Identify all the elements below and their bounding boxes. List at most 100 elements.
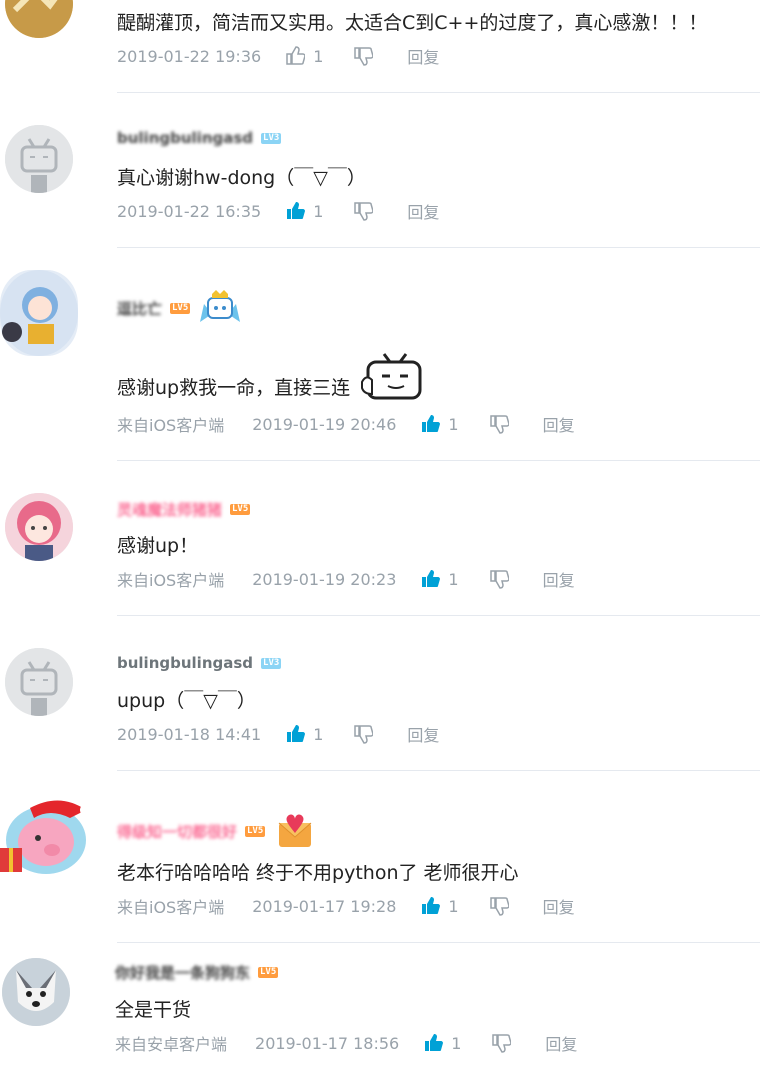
like-count: 1 xyxy=(448,414,459,434)
avatar[interactable] xyxy=(5,493,73,561)
comment-text: 感谢up救我一命，直接三连 xyxy=(117,373,350,400)
divider xyxy=(117,247,760,248)
dislike-button[interactable] xyxy=(491,1033,512,1053)
username[interactable]: 逗比亡 LV5 xyxy=(117,286,242,330)
comment-info: 2019-01-18 14:41 1 回复 xyxy=(117,722,439,746)
username[interactable]: 你好我是一条狗狗东 LV5 xyxy=(115,962,279,983)
thumbs-up-icon xyxy=(286,46,306,65)
divider xyxy=(117,942,760,943)
dislike-button[interactable] xyxy=(353,724,374,744)
thumbs-down-icon xyxy=(354,47,374,66)
username-text: 得级知一切都很好 xyxy=(117,822,238,841)
username-text: 你好我是一条狗狗东 xyxy=(115,964,251,982)
avatar[interactable] xyxy=(2,958,70,1026)
avatar[interactable] xyxy=(0,270,78,356)
comment-info: 来自安卓客户端 2019-01-17 18:56 1 回复 xyxy=(115,1031,577,1055)
reply-link[interactable]: 回复 xyxy=(543,567,575,591)
username[interactable]: bulingbulingasd LV3 xyxy=(117,129,282,147)
username-text: bulingbulingasd xyxy=(117,654,254,672)
comment-text: 醍醐灌顶，简洁而又实用。太适合C到C++的过度了，真心感激！！！ xyxy=(117,12,708,34)
like-button[interactable]: 1 xyxy=(285,724,323,744)
username[interactable]: 得级知一切都很好 LV5 xyxy=(117,809,317,853)
avatar[interactable] xyxy=(0,790,92,878)
comment-text: upup（￣▽￣） xyxy=(117,690,256,712)
comment-info: 2019-01-22 19:36 1 回复 xyxy=(117,44,439,68)
like-button[interactable]: 1 xyxy=(420,896,459,916)
comment-info: 来自iOS客户端 2019-01-19 20:23 1 回复 xyxy=(117,567,575,591)
comment-source: 来自iOS客户端 xyxy=(117,416,225,435)
thumbs-up-icon xyxy=(287,725,306,742)
comment-time: 2019-01-22 19:36 xyxy=(117,46,262,66)
comment-time: 2019-01-22 16:35 xyxy=(117,201,262,221)
like-button[interactable]: 1 xyxy=(420,569,459,589)
dislike-button[interactable] xyxy=(353,46,374,66)
thumbs-up-icon xyxy=(425,1034,444,1051)
comment-source: 来自安卓客户端 xyxy=(115,1035,228,1054)
level-badge: LV3 xyxy=(261,657,282,669)
comment-text-content: 感谢up救我一命，直接三连 xyxy=(117,377,351,399)
like-count: 1 xyxy=(451,1033,462,1053)
divider xyxy=(117,615,760,616)
comment-text: 真心谢谢hw-dong（￣▽￣） xyxy=(117,167,366,189)
like-count: 1 xyxy=(448,569,459,589)
thumbs-up-icon xyxy=(422,897,441,914)
username[interactable]: bulingbulingasd LV3 xyxy=(117,654,282,672)
like-count: 1 xyxy=(313,724,324,744)
dislike-button[interactable] xyxy=(353,201,374,221)
comment-time: 2019-01-17 18:56 xyxy=(255,1033,400,1053)
level-badge: LV5 xyxy=(230,504,251,515)
reply-link[interactable]: 回复 xyxy=(545,1031,577,1055)
comment-info: 来自iOS客户端 2019-01-17 19:28 1 回复 xyxy=(117,894,575,918)
username-text: bulingbulingasd xyxy=(117,129,254,147)
username-text: 逗比亡 xyxy=(117,299,163,318)
like-button[interactable]: 1 xyxy=(285,46,323,66)
thumbs-down-icon xyxy=(489,415,509,434)
comment-time: 2019-01-18 14:41 xyxy=(117,724,262,744)
like-button[interactable]: 1 xyxy=(420,414,459,434)
dislike-button[interactable] xyxy=(489,896,509,916)
thumbs-down-icon xyxy=(354,725,374,744)
reply-link[interactable]: 回复 xyxy=(543,894,575,918)
reply-link[interactable]: 回复 xyxy=(407,44,439,68)
level-badge: LV5 xyxy=(245,825,266,837)
comment-time: 2019-01-19 20:46 xyxy=(252,414,397,434)
comment-time: 2019-01-19 20:23 xyxy=(252,569,397,589)
thumbs-up-icon xyxy=(422,570,441,587)
comment-text: 感谢up！ xyxy=(117,535,199,557)
reply-link[interactable]: 回复 xyxy=(543,412,575,436)
dislike-button[interactable] xyxy=(489,414,509,434)
divider xyxy=(117,92,760,93)
comment-text: 全是干货 xyxy=(115,999,192,1021)
like-button[interactable]: 1 xyxy=(285,201,323,221)
thumbs-down-icon xyxy=(489,570,509,589)
thumbs-down-icon xyxy=(492,1034,512,1053)
reply-link[interactable]: 回复 xyxy=(407,199,439,223)
divider xyxy=(117,460,760,461)
comment-source: 来自iOS客户端 xyxy=(117,571,225,590)
like-count: 1 xyxy=(313,201,324,221)
comment-time: 2019-01-17 19:28 xyxy=(252,896,397,916)
username[interactable]: 灵魂魔法师猪猪 LV5 xyxy=(117,499,251,520)
like-count: 1 xyxy=(448,896,459,916)
reply-link[interactable]: 回复 xyxy=(407,722,439,746)
dislike-button[interactable] xyxy=(489,569,509,589)
bilibili-tv-emoji-icon xyxy=(360,352,422,406)
fan-badge-icon xyxy=(198,286,242,330)
avatar[interactable] xyxy=(5,0,73,38)
thumbs-down-icon xyxy=(489,897,509,916)
avatar[interactable] xyxy=(5,648,73,716)
red-envelope-badge-icon xyxy=(273,809,317,853)
divider xyxy=(117,770,760,771)
thumbs-up-icon xyxy=(422,415,441,432)
comment-source: 来自iOS客户端 xyxy=(117,898,225,917)
level-badge: LV5 xyxy=(258,967,279,978)
like-count: 1 xyxy=(313,46,324,66)
comment-text: 老本行哈哈哈哈 终于不用python了 老师很开心 xyxy=(117,862,519,884)
level-badge: LV5 xyxy=(170,302,191,314)
comment-info: 来自iOS客户端 2019-01-19 20:46 1 回复 xyxy=(117,412,575,436)
like-button[interactable]: 1 xyxy=(423,1033,461,1053)
avatar[interactable] xyxy=(5,125,73,193)
thumbs-up-icon xyxy=(287,202,306,219)
username-text: 灵魂魔法师猪猪 xyxy=(117,501,223,519)
comment-info: 2019-01-22 16:35 1 回复 xyxy=(117,199,439,223)
